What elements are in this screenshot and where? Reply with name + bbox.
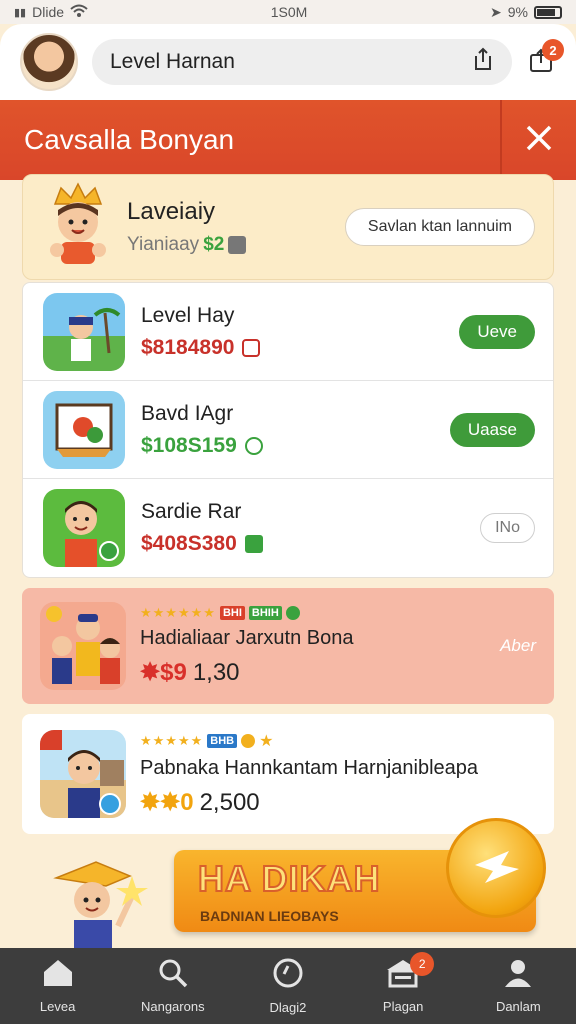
search-bar[interactable]: Level Harnan	[92, 39, 512, 85]
close-icon	[525, 124, 553, 157]
title-banner: Cavsalla Bonyan	[0, 100, 576, 180]
user-name: Laveiaiy	[127, 198, 216, 225]
user-icon	[502, 958, 534, 993]
item-price: $408S380	[141, 532, 237, 555]
cart-badge: 2	[542, 39, 564, 61]
home-icon	[41, 958, 75, 993]
promo-value: 2,500	[199, 788, 260, 816]
nav-item-search[interactable]: Nangarons	[118, 958, 228, 1014]
nav-item-store[interactable]: 2 Plagan	[348, 952, 458, 1014]
promo-value-prefix: ✸✸0	[140, 789, 194, 816]
item-price: $108S159	[141, 433, 237, 457]
boy-beach-thumbnail-icon	[43, 292, 125, 371]
no-button[interactable]: INo	[480, 513, 535, 543]
item-title: Level Hay	[141, 303, 235, 327]
nav-label: Plagan	[382, 999, 424, 1014]
nav-label: Levea	[39, 999, 76, 1014]
cart-button[interactable]: 2	[526, 39, 564, 77]
hero-title: HA DIKAH	[197, 857, 381, 900]
hero-banner[interactable]: HA DIKAH BADNIAN LIEOBAYS	[0, 818, 576, 950]
dot-icon	[285, 606, 300, 620]
item-price: $8184890	[141, 335, 235, 359]
item-title: Bavd IAgr	[141, 401, 234, 425]
promo-tag: BHI	[219, 606, 245, 620]
location-icon: ➤	[490, 3, 502, 20]
search-text: Level Harnan	[110, 50, 235, 73]
explorer-boy-mascot-icon	[48, 856, 158, 955]
user-card: Laveiaiy Yianiaay $2 Savlan ktan lannuim	[22, 174, 554, 280]
crown-boy-mascot-icon	[41, 182, 115, 272]
rating-stars: ★★★★★	[140, 733, 204, 748]
gear-badge-icon	[244, 436, 263, 455]
user-sub-label: Yianiaay	[127, 234, 200, 255]
use-button[interactable]: Uaase	[449, 412, 535, 447]
battery-percent: 9%	[507, 4, 528, 20]
rating-stars: ★★★★★★	[140, 605, 216, 620]
nav-item-home[interactable]: Levea	[3, 958, 113, 1014]
promo-value-prefix: ✸$9	[140, 659, 187, 686]
nav-item-profile[interactable]: Danlam	[463, 958, 573, 1014]
nav-label: Dlagi2	[269, 1000, 307, 1015]
family-thumbnail-icon	[40, 602, 126, 690]
promo-card[interactable]: ★★★★★ BHB ★ Pabnaka Hannkantam Harnjanib…	[22, 714, 554, 834]
promo-value: 1,30	[192, 658, 240, 686]
item-title: Sardie Rar	[141, 500, 242, 523]
status-bar: ▮▮ Dlide 1S0M ➤ 9%	[0, 0, 576, 24]
list-item[interactable]: Bavd IAgr $108S159 Uaase	[23, 381, 553, 479]
promo-title: Hadialiaar Jarxutn Bona	[140, 627, 354, 649]
promo-tag: BHB	[207, 734, 238, 748]
bottom-nav: Levea Nangarons Dlagi2 2 Plagan Danlam	[0, 948, 576, 1024]
tag-icon	[242, 338, 261, 357]
list-item[interactable]: Sardie Rar $408S380 INo	[23, 479, 553, 577]
signal-icon: ▮▮	[14, 6, 27, 19]
coin-icon	[241, 734, 256, 748]
tag-icon	[244, 535, 263, 553]
nav-badge: 2	[410, 952, 435, 976]
battery-icon	[534, 5, 562, 19]
close-button[interactable]	[500, 100, 576, 180]
info-icon	[228, 236, 247, 254]
promo-title: Pabnaka Hannkantam Harnjanibleapa	[140, 757, 479, 779]
use-button[interactable]: Ueve	[459, 314, 535, 349]
nav-item-history[interactable]: Dlagi2	[233, 957, 343, 1015]
book-thumbnail-icon	[43, 390, 125, 469]
star-icon: ★	[259, 733, 274, 750]
wifi-icon	[70, 4, 88, 21]
hero-subtitle: BADNIAN LIEOBAYS	[200, 908, 339, 924]
gold-coin-icon	[446, 818, 546, 918]
promo-card[interactable]: ★★★★★★ BHI BHIH Hadialiaar Jarxutn Bona …	[22, 588, 554, 704]
item-list: Level Hay $8184890 Ueve Bavd IAgr $108S1…	[22, 282, 554, 578]
nav-label: Nangarons	[140, 999, 205, 1014]
user-balance: $2	[203, 234, 225, 255]
boy-house-thumbnail-icon	[40, 730, 126, 818]
top-header: Level Harnan 2	[0, 24, 576, 100]
clock-icon	[272, 957, 304, 994]
carrier-label: Dlide	[32, 4, 65, 20]
promo-side-label[interactable]: Aber	[500, 636, 536, 656]
avatar[interactable]	[20, 33, 78, 91]
promo-tag: BHIH	[248, 606, 282, 620]
clock-time: 1S0M	[270, 4, 308, 20]
page-title: Cavsalla Bonyan	[24, 124, 235, 155]
waving-boy-thumbnail-icon	[43, 489, 125, 567]
user-action-button[interactable]: Savlan ktan lannuim	[344, 208, 535, 246]
list-item[interactable]: Level Hay $8184890 Ueve	[23, 283, 553, 381]
share-icon[interactable]	[472, 47, 494, 77]
search-icon	[157, 958, 189, 993]
nav-label: Danlam	[495, 999, 541, 1014]
